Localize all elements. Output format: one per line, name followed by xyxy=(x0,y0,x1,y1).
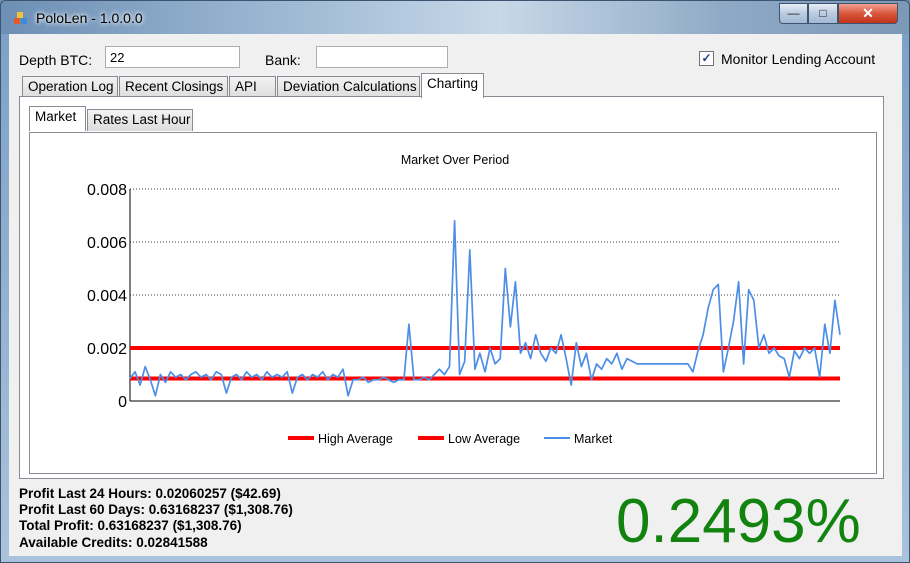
app-icon xyxy=(14,12,27,24)
window-title: PoloLen - 1.0.0.0 xyxy=(36,10,143,26)
series-line-market xyxy=(129,219,841,397)
y-tick-label: 0.008 xyxy=(87,182,127,199)
client-area: Depth BTC: 22 Bank: ✓ Monitor Lending Ac… xyxy=(9,34,902,556)
profit-24h-text: Profit Last 24 Hours: 0.02060257 ($42.69… xyxy=(19,486,281,501)
legend-label-high-average: High Average xyxy=(318,432,393,446)
subtab-market[interactable]: Market xyxy=(29,106,86,131)
y-tick-label: 0.002 xyxy=(87,341,127,358)
current-rate-display: 0.2493% xyxy=(616,487,861,556)
tab-api[interactable]: API xyxy=(229,76,276,98)
depth-btc-input[interactable]: 22 xyxy=(105,46,240,68)
minimize-button[interactable]: — xyxy=(779,3,808,24)
close-button[interactable]: ✕ xyxy=(838,3,898,24)
y-tick-label: 0.006 xyxy=(87,235,127,252)
depth-btc-label: Depth BTC: xyxy=(19,52,93,68)
app-window: PoloLen - 1.0.0.0 — □ ✕ Depth BTC: 22 Ba… xyxy=(0,0,910,563)
bank-label: Bank: xyxy=(265,52,301,68)
subtab-rates-last-hour[interactable]: Rates Last Hour xyxy=(87,109,193,131)
y-tick-label: 0.004 xyxy=(87,288,127,305)
profit-60d-text: Profit Last 60 Days: 0.63168237 ($1,308.… xyxy=(19,502,293,517)
legend-label-market: Market xyxy=(574,432,613,446)
tab-deviation-calculations[interactable]: Deviation Calculations xyxy=(277,76,420,98)
title-bar[interactable]: PoloLen - 1.0.0.0 — □ ✕ xyxy=(1,1,909,34)
total-profit-text: Total Profit: 0.63168237 ($1,308.76) xyxy=(19,518,242,533)
market-chart-panel: Market Over Period 0.008 0.006 0.004 0.002 0 H… xyxy=(29,132,877,474)
bank-input[interactable] xyxy=(316,46,448,68)
available-credits-text: Available Credits: 0.02841588 xyxy=(19,535,208,550)
charting-tab-panel: Market Rates Last Hour Market Over Perio… xyxy=(19,96,884,479)
monitor-lending-label[interactable]: Monitor Lending Account xyxy=(721,51,875,67)
market-chart: Market Over Period 0.008 0.006 0.004 0.002 0 H… xyxy=(87,153,841,446)
chart-title: Market Over Period xyxy=(401,153,509,167)
tab-charting[interactable]: Charting xyxy=(421,73,484,98)
tab-operation-log[interactable]: Operation Log xyxy=(22,76,118,98)
y-tick-label: 0 xyxy=(118,394,127,411)
legend-label-low-average: Low Average xyxy=(448,432,520,446)
maximize-button[interactable]: □ xyxy=(808,3,838,24)
tab-recent-closings[interactable]: Recent Closings xyxy=(119,76,228,98)
monitor-lending-checkbox[interactable]: ✓ xyxy=(699,51,714,66)
